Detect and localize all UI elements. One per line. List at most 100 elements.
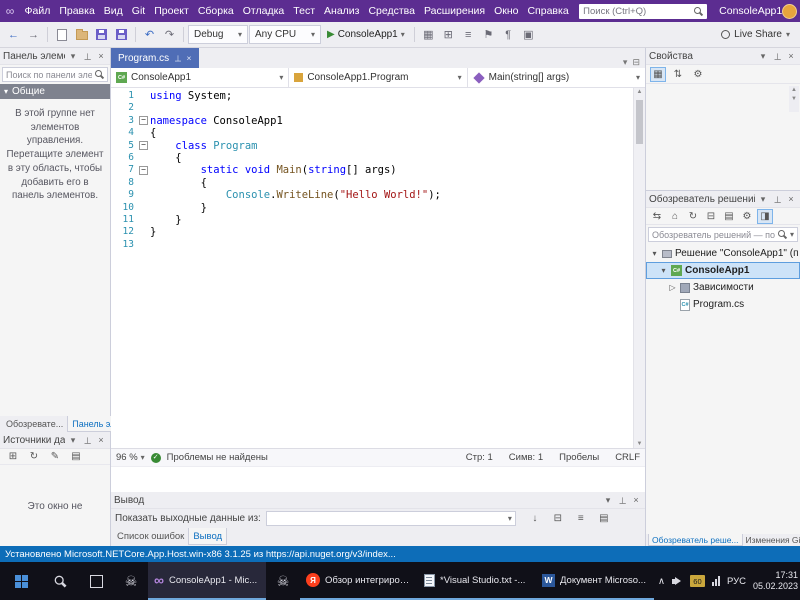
menu-item-Средства[interactable]: Средства xyxy=(364,0,420,22)
solution-platforms-icon[interactable]: ▦ xyxy=(419,25,438,45)
preview-selected-icon[interactable]: ◨ xyxy=(757,208,773,224)
save-icon[interactable] xyxy=(92,25,111,45)
chevron-down-icon[interactable]: ▾ xyxy=(602,495,614,506)
code-line[interactable]: 11 } xyxy=(111,214,645,226)
network-icon[interactable] xyxy=(711,576,720,586)
chevron-down-icon[interactable]: ▾ xyxy=(757,194,769,205)
word-wrap-icon[interactable]: ≡ xyxy=(573,511,589,526)
taskbar-window-4[interactable]: *Visual Studio.txt -... xyxy=(418,562,536,600)
taskbar-pinned-2[interactable]: ☠ xyxy=(266,562,300,600)
tray-expand-icon[interactable]: ∧ xyxy=(658,576,665,587)
navigate-forward-icon[interactable]: → xyxy=(24,25,43,45)
tree-item[interactable]: C# Program.cs xyxy=(646,296,800,313)
code-line[interactable]: 1 using System; xyxy=(111,90,645,102)
redo-icon[interactable]: ↷ xyxy=(160,25,179,45)
home-icon[interactable]: ⌂ xyxy=(667,209,683,224)
menu-item-Справка[interactable]: Справка xyxy=(523,0,573,22)
collapse-all-icon[interactable]: ⊟ xyxy=(703,209,719,224)
close-icon[interactable]: × xyxy=(187,53,192,63)
code-line[interactable]: 8 { xyxy=(111,177,645,189)
volume-icon[interactable] xyxy=(671,576,683,587)
edit-icon[interactable]: ✎ xyxy=(47,449,63,464)
tree-collapsed-icon[interactable]: ▷ xyxy=(668,283,677,292)
clock[interactable]: 17:31 05.02.2023 xyxy=(753,570,798,592)
outline-icon[interactable]: ≡ xyxy=(459,25,478,45)
pin-icon[interactable]: ⊣ xyxy=(82,434,93,446)
code-line[interactable]: 6 { xyxy=(111,152,645,164)
code-line[interactable]: 3 namespace ConsoleApp1 xyxy=(111,115,645,127)
new-file-icon[interactable] xyxy=(52,25,71,45)
taskbar-search-button[interactable] xyxy=(42,562,78,600)
fold-marker-icon[interactable] xyxy=(137,140,150,152)
refresh-icon[interactable]: ↻ xyxy=(685,209,701,224)
pin-icon[interactable]: ⊣ xyxy=(82,50,93,62)
undo-icon[interactable]: ↶ xyxy=(140,25,159,45)
tree-item[interactable]: ▾ C# ConsoleApp1 xyxy=(646,262,800,279)
menu-item-Тест[interactable]: Тест xyxy=(289,0,320,22)
start-button[interactable] xyxy=(0,562,42,600)
scroll-down-icon[interactable]: ▼ xyxy=(634,441,645,447)
type-dropdown[interactable]: ConsoleApp1.Program ▾ xyxy=(289,68,468,87)
output-source-dropdown[interactable]: ▾ xyxy=(265,511,516,526)
close-icon[interactable]: × xyxy=(95,51,107,61)
close-icon[interactable]: × xyxy=(630,495,642,505)
menu-item-Расширения[interactable]: Расширения xyxy=(420,0,490,22)
clear-all-icon[interactable]: ⊟ xyxy=(550,511,566,526)
open-folder-icon[interactable] xyxy=(72,25,91,45)
code-line[interactable]: 7 static void Main(string[] args) xyxy=(111,164,645,176)
refresh-icon[interactable]: ↻ xyxy=(26,449,42,464)
fold-marker-icon[interactable] xyxy=(137,164,150,176)
configure-icon[interactable]: ▤ xyxy=(68,449,84,464)
alphabetical-icon[interactable]: ⇅ xyxy=(670,67,686,82)
scroll-up-icon[interactable]: ▲ xyxy=(634,89,645,95)
taskbar-window-5[interactable]: Документ Microso... xyxy=(536,562,654,600)
live-share-button[interactable]: Live Share ▾ xyxy=(721,29,796,40)
taskbar-pinned-0[interactable]: ☠ xyxy=(114,562,148,600)
code-line[interactable]: 9 Console.WriteLine("Hello World!"); xyxy=(111,189,645,201)
battery-badge[interactable]: 60 xyxy=(689,575,705,587)
pin-icon[interactable]: ⊣ xyxy=(617,494,628,506)
status-spaces[interactable]: Пробелы xyxy=(559,452,599,463)
platform-dropdown[interactable]: Any CPU ▾ xyxy=(249,25,321,44)
menu-item-Вид[interactable]: Вид xyxy=(99,0,127,22)
status-eol[interactable]: CRLF xyxy=(615,452,640,463)
task-view-button[interactable] xyxy=(78,562,114,600)
switch-views-icon[interactable]: ⇆ xyxy=(649,209,665,224)
properties-icon[interactable]: ⚙ xyxy=(739,209,755,224)
code-line[interactable]: 13 xyxy=(111,239,645,251)
toolbox-group-header[interactable]: ▾ Общие xyxy=(0,84,110,99)
menu-item-Окно[interactable]: Окно xyxy=(490,0,523,22)
menu-item-Отладка[interactable]: Отладка xyxy=(238,0,289,22)
formatting-icon[interactable]: ¶ xyxy=(499,25,518,45)
chevron-down-icon[interactable]: ▾ xyxy=(623,57,628,68)
user-avatar[interactable] xyxy=(782,3,798,19)
output-tab-Вывод[interactable]: Вывод xyxy=(188,528,228,545)
zoom-dropdown[interactable]: 96 % ▾ xyxy=(116,452,145,463)
scrollbar-thumb[interactable] xyxy=(636,100,643,144)
add-item-icon[interactable]: ⊞ xyxy=(439,25,458,45)
editor-vertical-scrollbar[interactable]: ▲ ▼ xyxy=(633,88,645,448)
show-all-files-icon[interactable]: ▤ xyxy=(721,209,737,224)
categorized-icon[interactable]: ▦ xyxy=(650,66,666,82)
chevron-down-icon[interactable]: ▾ xyxy=(67,51,79,62)
project-dropdown[interactable]: ConsoleApp1 ▾ xyxy=(111,68,290,87)
menu-item-Анализ[interactable]: Анализ xyxy=(320,0,364,22)
menu-item-Правка[interactable]: Правка xyxy=(55,0,99,22)
taskbar-window-1[interactable]: ∞ ConsoleApp1 - Mic... xyxy=(148,562,266,600)
float-window-icon[interactable]: ⊟ xyxy=(632,57,640,68)
keyboard-language[interactable]: РУС xyxy=(727,576,746,587)
toggle-output-icon[interactable]: ▤ xyxy=(596,511,612,526)
code-editor[interactable]: 1using System;23namespace ConsoleApp14{5… xyxy=(111,88,645,448)
bookmark-icon[interactable]: ⚑ xyxy=(479,25,498,45)
pin-icon[interactable]: ⊣ xyxy=(772,50,783,62)
taskbar-window-3[interactable]: Обзор интегриров... xyxy=(300,562,418,600)
close-icon[interactable]: × xyxy=(785,194,797,204)
tree-item[interactable]: ▷ Зависимости xyxy=(646,279,800,296)
pin-icon[interactable]: ⊣ xyxy=(172,54,183,61)
chevron-down-icon[interactable]: ▾ xyxy=(67,435,79,446)
menu-item-Файл[interactable]: Файл xyxy=(20,0,55,22)
chevron-down-icon[interactable]: ▾ xyxy=(757,51,769,62)
save-all-icon[interactable] xyxy=(112,25,131,45)
panel-tab-Обозреватель реше...[interactable]: Обозреватель реше... xyxy=(648,534,743,546)
scroll-to-end-icon[interactable]: ↓ xyxy=(527,511,543,526)
